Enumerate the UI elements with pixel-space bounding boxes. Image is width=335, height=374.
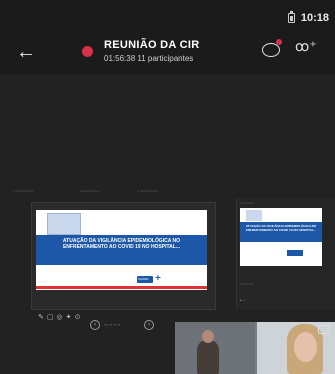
slide-stripe — [36, 286, 207, 289]
participant-head — [202, 330, 214, 343]
participant-video-tile[interactable] — [175, 322, 335, 374]
thumbnail-logo — [287, 250, 303, 256]
record-icon — [82, 46, 93, 57]
thumbnail-map-image — [246, 210, 262, 221]
slide-title: ATUAÇÃO DA VIGILÂNCIA EPIDEMIOLÓGICA NO … — [62, 238, 181, 250]
sidebar-icons: ▪ ▫ — [240, 298, 245, 304]
shared-app-toolbar: ▪ ▫▫▫▫▫▫▫▫▫▫▫▫▫▫▫▫ ▪ ▫▫▫▫▫▫▫▫▫▫▫▫▫▫▫▫ ▪ … — [0, 186, 335, 196]
toolbar-item: ▪ ▫▫▫▫▫▫▫▫▫▫▫▫▫▫▫▫ — [14, 189, 33, 193]
health-logo-text: SAÚDE — [138, 277, 149, 281]
meeting-header: ← REUNIÃO DA CIR 01:56:38 11 participant… — [0, 34, 335, 74]
participant-figure — [197, 340, 219, 374]
chat-notification-badge — [276, 39, 282, 45]
map-image — [47, 213, 81, 235]
thumbnail-title: ATUAÇÃO DA VIGILÂNCIA EPIDEMIOLÓGICA NO … — [245, 224, 317, 232]
back-arrow-icon[interactable]: ← — [16, 42, 36, 62]
pager-label: ▫▫▫ ▫▫ ▫▫ ▫▫ — [104, 322, 121, 327]
status-time: 10:18 — [300, 12, 329, 24]
status-bar: 10:18 — [0, 0, 335, 34]
slide-pager: ‹ ▫▫▫ ▫▫ ▫▫ ▫▫ › — [90, 320, 156, 332]
previous-slide-button[interactable]: ‹ — [90, 320, 100, 330]
annotation-tools[interactable]: ✎▢◎✦⊙ — [38, 313, 83, 321]
sidebar-label: ▫▫▫▫▫▫▫▫▫▫▫▫▫ — [240, 201, 254, 205]
next-slide-button[interactable]: › — [144, 320, 154, 330]
meeting-meta: 01:56:38 11 participantes — [104, 54, 193, 63]
add-people-icon[interactable]: ꝏ⁺ — [295, 38, 317, 55]
camera-switch-icon[interactable] — [318, 325, 330, 334]
meeting-duration: 01:56:38 — [104, 54, 136, 63]
meeting-title: REUNIÃO DA CIR — [104, 39, 200, 51]
toolbar-item: ▪ ▫▫▫▫▫▫▫▫▫▫▫▫▫▫▫▫ — [80, 189, 99, 193]
battery-icon — [288, 11, 295, 23]
participant-count: 11 participantes — [137, 54, 194, 63]
plus-logo-icon: + — [155, 273, 161, 284]
chat-icon[interactable] — [262, 43, 280, 57]
toolbar-item: ▪ ▫▫▫▫▫▫▫▫▫▫▫▫▫▫▫▫▫ — [138, 189, 158, 193]
sidebar-notes-label: ▫▫▫▫ ▫▫▫▫▫▫▫▫ — [240, 282, 254, 286]
participant-face — [294, 332, 317, 362]
